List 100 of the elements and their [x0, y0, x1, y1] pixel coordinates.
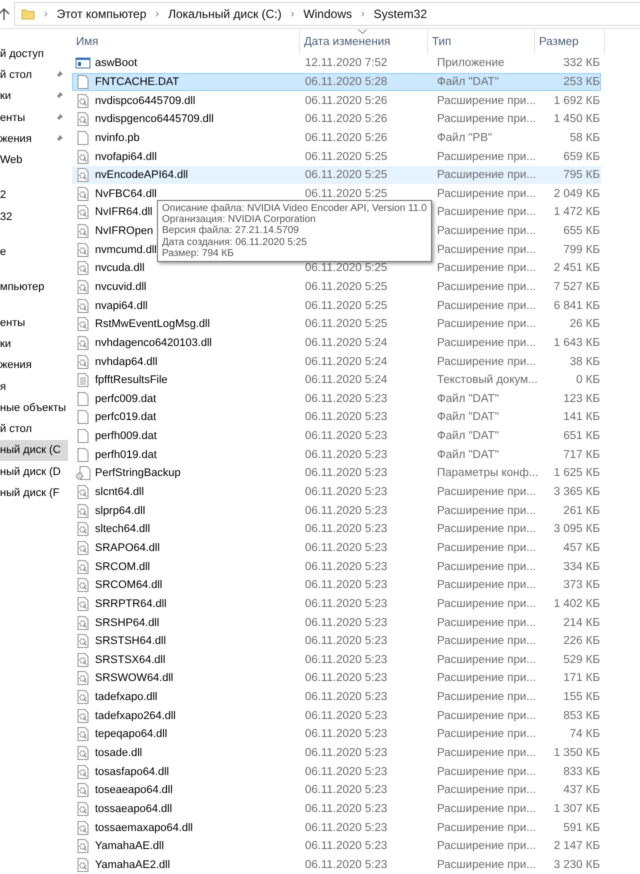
- type-cell: Расширение при...: [437, 822, 536, 834]
- file-name: slprp64.dll: [95, 504, 146, 517]
- tooltip-line: Дата создания: 06.11.2020 5:25: [162, 236, 308, 248]
- size-cell: 1 350 КБ: [554, 747, 600, 760]
- type-cell: Расширение при...: [437, 113, 536, 126]
- file-name: NvIFROpen: [95, 225, 154, 238]
- type-cell: Приложение: [437, 57, 504, 70]
- breadcrumb-separator: ›: [290, 8, 294, 20]
- tooltip-line: Версия файла: 27.21.14.5709: [162, 225, 300, 237]
- date-cell: 06.11.2020 5:23: [305, 672, 388, 684]
- type-cell: Расширение при...: [437, 486, 536, 498]
- size-cell: 373 КБ: [563, 579, 600, 592]
- size-cell: 226 КБ: [563, 635, 600, 648]
- file-name: nvdispco6445709.dll: [95, 94, 196, 107]
- date-cell: 06.11.2020 5:25: [305, 262, 388, 274]
- breadcrumb-separator: ›: [155, 8, 160, 20]
- type-cell: Расширение при...: [437, 654, 536, 666]
- type-cell: Расширение при...: [437, 244, 536, 256]
- file-name: NvIFR64.dll: [95, 206, 152, 218]
- type-cell: Файл "DAT": [437, 411, 499, 424]
- file-name: FNTCACHE.DAT: [95, 76, 180, 88]
- type-cell: Расширение при...: [437, 840, 536, 852]
- size-cell: 1 450 КБ: [554, 113, 600, 126]
- size-cell: 457 КБ: [563, 542, 600, 554]
- date-cell: 06.11.2020 5:25: [305, 318, 388, 330]
- file-name: nvcuda.dll: [95, 262, 145, 274]
- file-name: RstMwEventLogMsg.dll: [95, 318, 210, 330]
- file-name: nvcuvid.dll: [95, 281, 146, 293]
- size-cell: 2 451 КБ: [554, 262, 600, 274]
- file-name: SRSHP64.dll: [95, 616, 160, 629]
- date-cell: 06.11.2020 5:23: [305, 598, 388, 610]
- file-name: NvFBC64.dll: [95, 188, 157, 200]
- size-cell: 332 КБ: [563, 57, 600, 70]
- date-cell: 06.11.2020 5:24: [305, 336, 388, 349]
- file-name: YamahaAE.dll: [95, 840, 164, 852]
- date-cell: 06.11.2020 5:24: [305, 356, 388, 368]
- date-cell: 06.11.2020 5:23: [305, 448, 388, 461]
- file-name: nvdispgenco6445709.dll: [95, 113, 214, 126]
- size-cell: 1 402 КБ: [554, 598, 600, 610]
- size-cell: 141 КБ: [563, 411, 600, 424]
- type-cell: Расширение при...: [437, 672, 536, 684]
- size-cell: 529 КБ: [563, 654, 600, 666]
- size-cell: 214 КБ: [563, 616, 600, 629]
- file-name: toseaeapo64.dll: [95, 784, 173, 796]
- type-cell: Расширение при...: [437, 784, 536, 796]
- date-cell: 06.11.2020 5:23: [305, 766, 388, 778]
- date-cell: 06.11.2020 5:23: [305, 802, 388, 815]
- file-name: nvinfo.pb: [95, 132, 140, 144]
- file-name: PerfStringBackup: [95, 467, 181, 480]
- type-cell: Расширение при...: [437, 635, 536, 648]
- file-name: SRRPTR64.dll: [95, 598, 167, 610]
- file-name: tossaeapo64.dll: [95, 802, 172, 815]
- date-cell: 06.11.2020 5:23: [305, 840, 388, 852]
- date-cell: 06.11.2020 5:25: [305, 300, 388, 312]
- date-cell: 06.11.2020 5:23: [305, 710, 388, 722]
- date-cell: 06.11.2020 5:23: [305, 411, 388, 424]
- size-cell: 1 692 КБ: [554, 94, 600, 107]
- file-name: tosasfapo64.dll: [95, 766, 169, 778]
- date-cell: 06.11.2020 5:23: [305, 523, 388, 536]
- size-cell: 833 КБ: [563, 766, 600, 778]
- size-cell: 2 147 КБ: [554, 840, 600, 852]
- file-name: nvEncodeAPI64.dll: [95, 169, 188, 182]
- date-cell: 06.11.2020 5:23: [305, 822, 388, 834]
- date-cell: 06.11.2020 5:26: [305, 94, 388, 107]
- type-cell: Файл "DAT": [437, 76, 499, 88]
- type-cell: Расширение при...: [437, 504, 536, 517]
- type-cell: Расширение при...: [437, 94, 536, 107]
- size-cell: 334 КБ: [563, 560, 600, 573]
- size-cell: 0 КБ: [576, 374, 600, 386]
- size-cell: 1 307 КБ: [554, 802, 600, 815]
- date-cell: 06.11.2020 5:23: [305, 430, 388, 442]
- type-cell: Расширение при...: [437, 523, 536, 536]
- size-cell: 853 КБ: [563, 710, 600, 722]
- date-cell: 06.11.2020 5:23: [305, 560, 388, 573]
- breadcrumb-separator: ›: [44, 8, 48, 20]
- date-cell: 06.11.2020 5:25: [305, 169, 388, 182]
- type-cell: Файл "DAT": [437, 448, 499, 461]
- file-name: nvhdagenco6420103.dll: [95, 336, 212, 349]
- file-name: nvofapi64.dll: [95, 150, 157, 163]
- type-cell: Расширение при...: [437, 300, 536, 312]
- size-cell: 1 643 КБ: [554, 336, 600, 349]
- file-name: SRSTSX64.dll: [95, 654, 166, 666]
- date-cell: 06.11.2020 5:23: [305, 784, 388, 796]
- date-cell: 06.11.2020 5:23: [305, 747, 388, 760]
- size-cell: 2 049 КБ: [554, 188, 600, 200]
- date-cell: 06.11.2020 5:23: [305, 635, 388, 648]
- size-cell: 171 КБ: [563, 672, 600, 684]
- date-cell: 06.11.2020 5:25: [305, 150, 388, 163]
- type-cell: Расширение при...: [437, 150, 536, 163]
- type-cell: Файл "DAT": [437, 430, 499, 442]
- file-name: tadefxapo264.dll: [95, 710, 176, 722]
- size-cell: 155 КБ: [563, 691, 600, 704]
- date-cell: 06.11.2020 5:23: [305, 616, 388, 629]
- file-name: nvhdap64.dll: [95, 356, 158, 368]
- size-cell: 3 230 КБ: [554, 858, 600, 871]
- type-cell: Расширение при...: [437, 206, 536, 218]
- size-cell: 717 КБ: [563, 448, 600, 461]
- size-cell: 7 527 КБ: [554, 281, 600, 293]
- type-cell: Файл "DAT": [437, 392, 499, 405]
- type-cell: Файл "PB": [437, 132, 492, 144]
